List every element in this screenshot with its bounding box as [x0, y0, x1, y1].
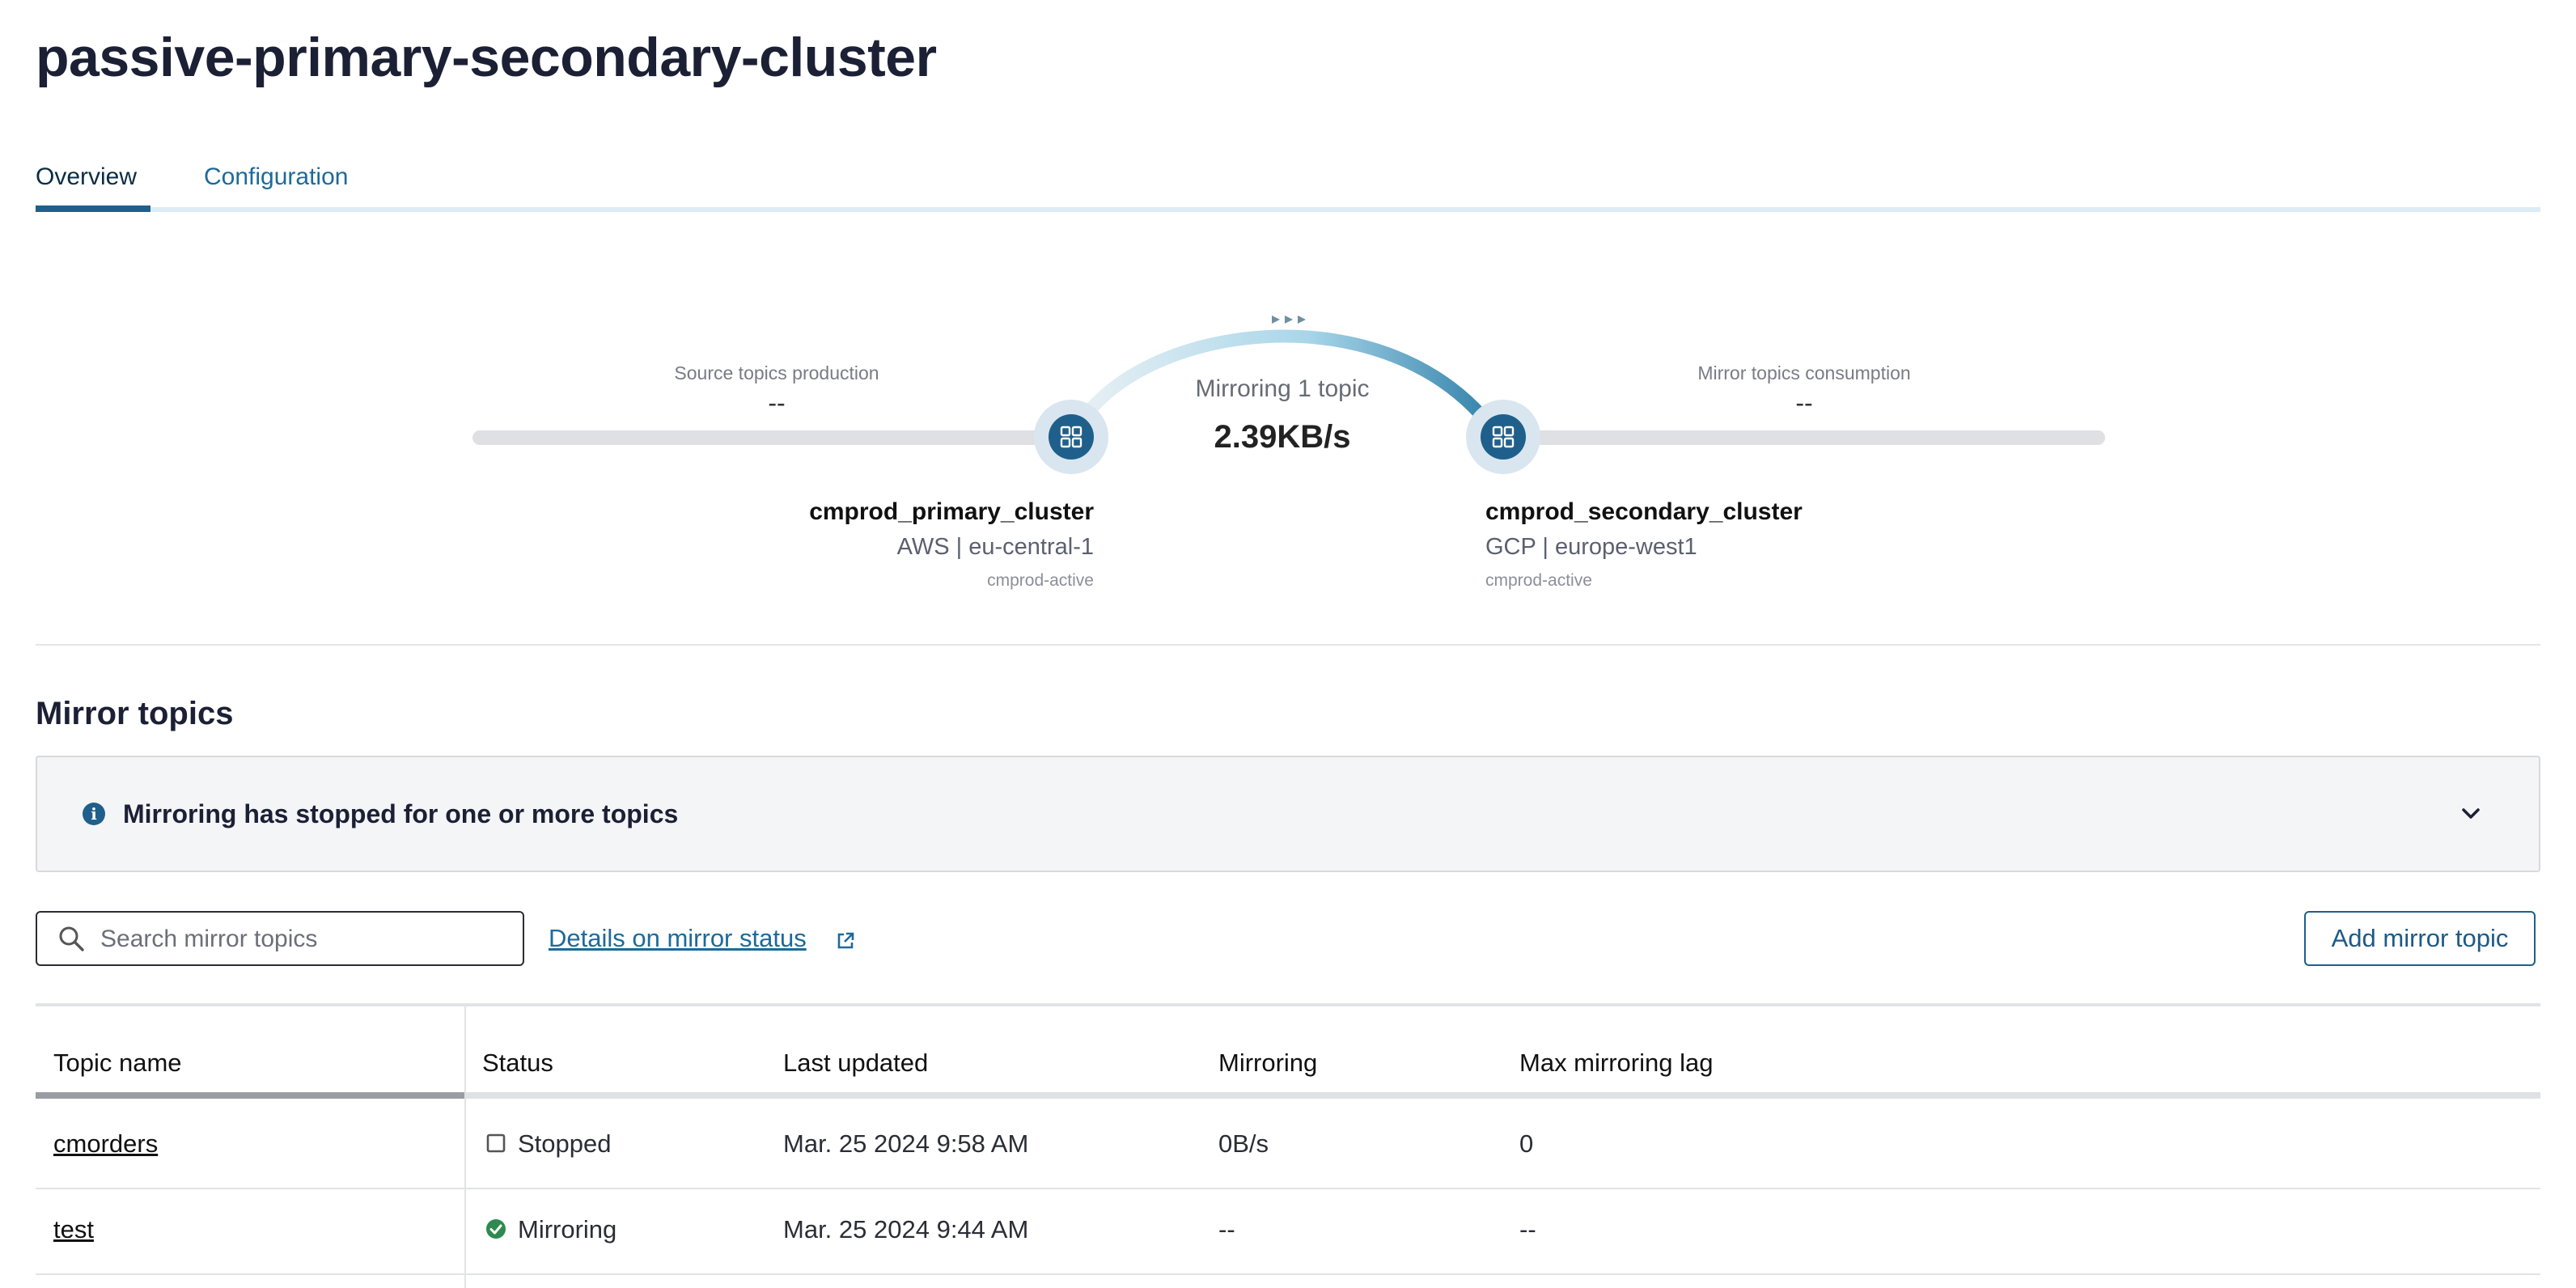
source-cluster-env: cmprod-active	[987, 571, 1094, 590]
mirror-consumption-bar	[1502, 430, 2105, 445]
page-title: passive-primary-secondary-cluster	[36, 27, 937, 88]
alert-message: Mirroring has stopped for one or more to…	[123, 799, 679, 828]
cluster-link-topology: Source topics production -- Mirror topic…	[0, 243, 2576, 623]
add-mirror-topic-button[interactable]: Add mirror topic	[2304, 911, 2536, 966]
tab-configuration[interactable]: Configuration	[204, 159, 348, 212]
mirroring-throughput: 2.39KB/s	[1214, 419, 1351, 455]
source-metric-value: --	[768, 388, 786, 417]
column-header-status[interactable]: Status	[482, 1049, 553, 1078]
flow-arrows-icon	[1272, 316, 1306, 324]
destination-cluster-node[interactable]	[1466, 400, 1540, 474]
external-link-icon[interactable]	[835, 930, 856, 951]
mirror-topics-heading: Mirror topics	[36, 696, 234, 731]
info-icon: i	[83, 803, 105, 825]
column-header-topic-name[interactable]: Topic name	[53, 1049, 182, 1078]
last-updated: Mar. 25 2024 9:44 AM	[783, 1215, 1029, 1244]
source-cluster-node[interactable]	[1034, 400, 1108, 474]
column-divider	[464, 1006, 466, 1288]
mirror-metric-value: --	[1795, 388, 1813, 417]
topic-name-link[interactable]: test	[53, 1215, 94, 1244]
status-text: Stopped	[518, 1129, 612, 1158]
status-text: Mirroring	[518, 1215, 617, 1244]
topic-name-link[interactable]: cmorders	[53, 1129, 158, 1159]
source-cluster-name[interactable]: cmprod_primary_cluster	[647, 498, 1094, 526]
mirroring-rate: --	[1218, 1215, 1235, 1244]
check-circle-icon	[486, 1219, 506, 1239]
row-divider	[36, 1188, 2540, 1189]
stopped-square-icon	[486, 1133, 506, 1153]
cluster-icon	[1481, 414, 1526, 460]
last-updated: Mar. 25 2024 9:58 AM	[783, 1129, 1029, 1158]
column-header-last-updated[interactable]: Last updated	[783, 1049, 928, 1078]
search-box	[36, 911, 524, 966]
cluster-icon	[1049, 414, 1094, 460]
source-metric-label: Source topics production	[674, 362, 879, 383]
sorted-column-indicator	[36, 1092, 464, 1099]
mirroring-topic-count: Mirroring 1 topic	[1195, 375, 1370, 402]
tab-bar: Overview Configuration	[36, 159, 2540, 217]
mirroring-rate: 0B/s	[1218, 1129, 1269, 1158]
destination-cluster-name[interactable]: cmprod_secondary_cluster	[1485, 498, 1803, 526]
search-icon	[59, 926, 84, 951]
column-header-max-mirroring-lag[interactable]: Max mirroring lag	[1519, 1049, 1713, 1078]
table-top-border	[36, 1003, 2540, 1006]
mirror-topics-table: Topic name Status Last updated Mirroring…	[36, 1003, 2540, 1288]
destination-cluster-region: GCP | europe-west1	[1485, 534, 1697, 560]
column-header-mirroring[interactable]: Mirroring	[1218, 1049, 1317, 1078]
tab-rail	[36, 207, 2540, 212]
tab-overview[interactable]: Overview	[36, 159, 150, 212]
search-input[interactable]	[99, 921, 506, 958]
destination-cluster-env: cmprod-active	[1485, 571, 1592, 590]
max-mirroring-lag: 0	[1519, 1129, 1534, 1158]
cluster-link-page: passive-primary-secondary-cluster Overvi…	[0, 0, 2576, 1288]
mirror-metric-label: Mirror topics consumption	[1697, 362, 1911, 383]
source-cluster-region: AWS | eu-central-1	[896, 534, 1094, 560]
max-mirroring-lag: --	[1519, 1215, 1536, 1244]
source-production-bar	[472, 430, 1087, 445]
mirror-status-details-link[interactable]: Details on mirror status	[549, 924, 807, 953]
mirroring-stopped-alert[interactable]: i Mirroring has stopped for one or more …	[36, 756, 2540, 872]
row-divider	[36, 1273, 2540, 1275]
section-divider	[36, 644, 2540, 646]
chevron-down-icon[interactable]	[2455, 798, 2487, 830]
